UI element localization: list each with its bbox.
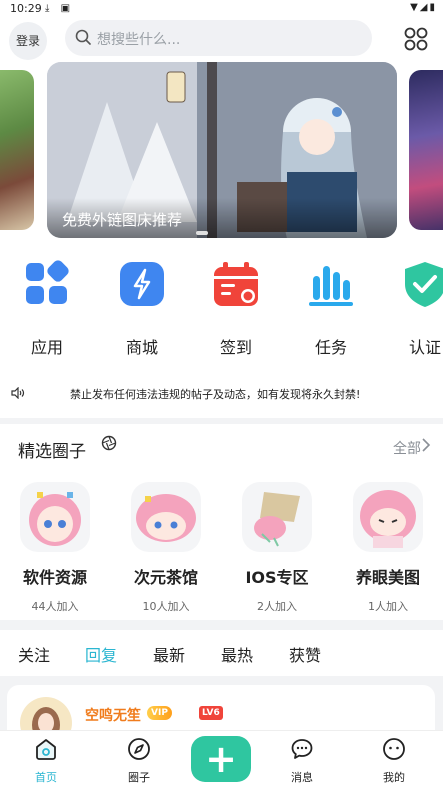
- tab-hottest[interactable]: 最热: [221, 642, 253, 666]
- quick-link-verify[interactable]: 认证: [390, 260, 443, 358]
- bar-chart-icon: [309, 266, 353, 306]
- shield-check-icon: [405, 262, 443, 307]
- circle-member-count: 44人加入: [31, 600, 79, 613]
- grid-menu-icon[interactable]: [403, 26, 429, 52]
- profile-face-icon: [383, 738, 405, 760]
- quick-link-tasks[interactable]: 任务: [296, 260, 366, 358]
- chevron-right-icon[interactable]: [421, 437, 431, 453]
- quick-link-label: 签到: [219, 338, 252, 357]
- quick-links: 应用 商城 签到 任务 认证: [0, 242, 443, 370]
- circle-avatar: [353, 482, 423, 552]
- quick-link-apps[interactable]: 应用: [12, 260, 82, 358]
- quick-link-store[interactable]: 商城: [107, 260, 177, 358]
- circle-member-count: 2人加入: [257, 600, 297, 613]
- tab-follow[interactable]: 关注: [18, 642, 50, 666]
- status-time: 10:29: [10, 2, 42, 15]
- plus-icon: +: [205, 737, 237, 781]
- quick-link-label: 认证: [408, 338, 441, 357]
- featured-circles: 精选圈子 全部 软件资源 44人加入 次元茶馆 10人加入 IOS专区 2人加入…: [0, 424, 443, 620]
- banner-prev-slide[interactable]: [0, 70, 34, 230]
- calendar-icon: [214, 262, 258, 306]
- banner-slide[interactable]: 免费外链图床推荐: [47, 62, 397, 238]
- chat-bubble-icon: [291, 739, 313, 759]
- carousel-indicator: [196, 231, 208, 235]
- notice-bar: 禁止发布任何违法违规的帖子及动态，如有发现将永久封禁!: [0, 370, 443, 418]
- status-bar: 10:29 ⤓ ▣ ▼◢▮: [0, 0, 443, 18]
- search-icon: [75, 29, 91, 45]
- level-badge: LV6: [199, 706, 223, 720]
- banner-caption: 免费外链图床推荐: [62, 211, 183, 229]
- nav-label: 消息: [291, 771, 313, 784]
- circle-name: 次元茶馆: [133, 568, 198, 587]
- quick-link-label: 应用: [30, 338, 63, 357]
- circle-member-count: 1人加入: [368, 600, 408, 613]
- quick-link-label: 商城: [125, 338, 158, 357]
- home-icon: [36, 739, 56, 760]
- bottom-navigation: 首页 圈子 + 消息 我的: [0, 730, 443, 787]
- tab-reply[interactable]: 回复: [85, 642, 117, 666]
- banner-carousel[interactable]: 免费外链图床推荐: [0, 62, 443, 242]
- circle-name: IOS专区: [245, 568, 309, 587]
- nav-label: 我的: [383, 771, 405, 784]
- circle-avatar: [20, 482, 90, 552]
- download-icon: ⤓ ▣: [45, 3, 75, 14]
- nav-messages[interactable]: 消息: [272, 737, 332, 785]
- quick-link-label: 任务: [314, 338, 347, 357]
- publish-button[interactable]: +: [191, 736, 251, 782]
- circle-item[interactable]: 次元茶馆 10人加入: [121, 482, 211, 614]
- aperture-icon: [101, 435, 117, 451]
- circle-name: 软件资源: [22, 568, 87, 587]
- lightning-icon: [120, 262, 164, 306]
- user-name[interactable]: 空鸣无笙: [85, 705, 141, 725]
- banner-next-slide[interactable]: [409, 70, 443, 230]
- circle-item[interactable]: IOS专区 2人加入: [232, 482, 322, 614]
- post-feed: 空鸣无笙 VIP LV6: [0, 676, 443, 749]
- circle-name: 养眼美图: [355, 568, 420, 587]
- login-button[interactable]: 登录: [9, 22, 47, 60]
- circle-member-count: 10人加入: [142, 600, 190, 613]
- circle-item[interactable]: 软件资源 44人加入: [10, 482, 100, 614]
- quick-link-checkin[interactable]: 签到: [201, 260, 271, 358]
- apps-grid-icon: [26, 260, 69, 304]
- compass-icon: [128, 738, 150, 760]
- notice-text: 禁止发布任何违法违规的帖子及动态，如有发现将永久封禁!: [70, 388, 361, 401]
- nav-circles[interactable]: 圈子: [109, 737, 169, 785]
- section-title: 精选圈子: [18, 442, 86, 462]
- circle-item[interactable]: 养眼美图 1人加入: [343, 482, 433, 614]
- signal-battery-icon: ▼◢▮: [410, 2, 437, 13]
- top-header: 登录 想搜些什么...: [0, 18, 443, 62]
- search-placeholder: 想搜些什么...: [97, 32, 181, 48]
- vip-badge: VIP: [147, 706, 172, 720]
- view-all-link[interactable]: 全部: [393, 438, 421, 458]
- speaker-icon: [11, 387, 25, 399]
- nav-label: 首页: [35, 771, 57, 784]
- tab-latest[interactable]: 最新: [153, 642, 185, 666]
- circle-avatar: [242, 482, 312, 552]
- nav-label: 圈子: [128, 771, 150, 784]
- nav-home[interactable]: 首页: [16, 737, 76, 785]
- nav-profile[interactable]: 我的: [364, 737, 424, 785]
- circle-avatar: [131, 482, 201, 552]
- tab-liked[interactable]: 获赞: [289, 642, 321, 666]
- feed-tabs: 关注 回复 最新 最热 获赞: [0, 630, 443, 676]
- search-bar[interactable]: 想搜些什么...: [65, 20, 372, 56]
